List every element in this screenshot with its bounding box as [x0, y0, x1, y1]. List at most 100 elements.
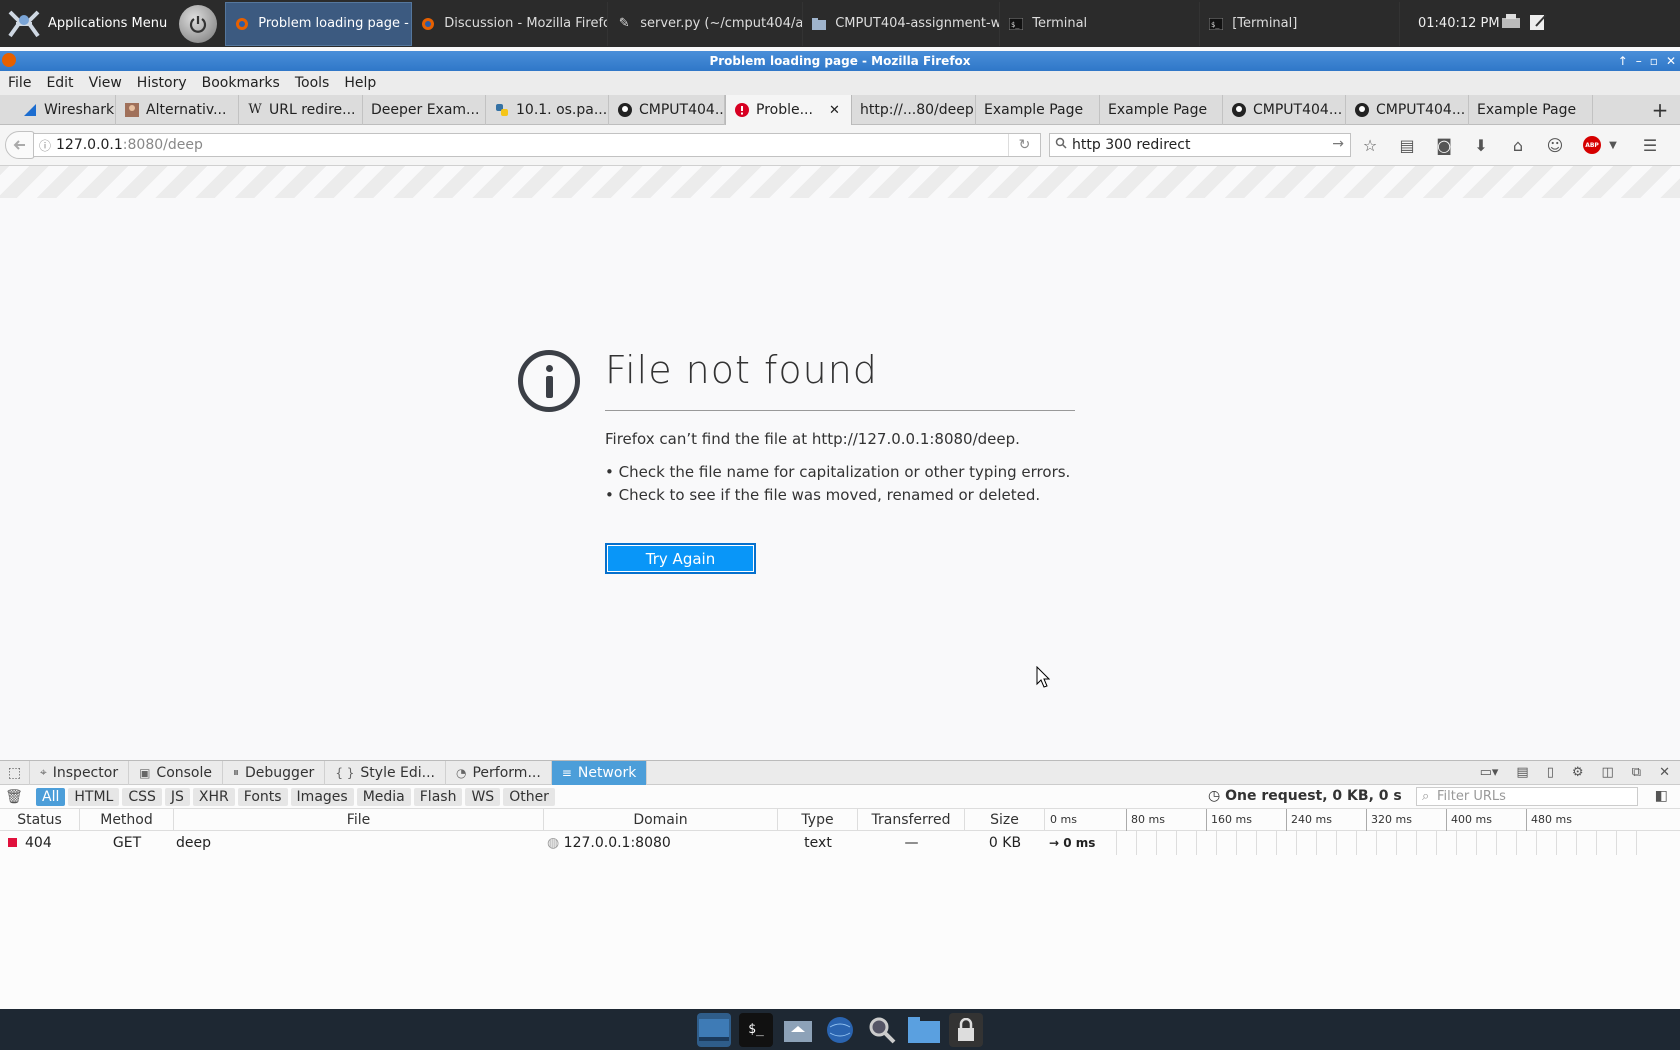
tab-network[interactable]: ≡ Network [551, 760, 648, 785]
filter-css[interactable]: CSS [122, 787, 162, 806]
clock[interactable]: 01:40:12 PM [1418, 0, 1500, 47]
taskbar-item-folder[interactable]: CMPUT404-assignment-w... [803, 1, 1001, 46]
tab-deeper-exam[interactable]: Deeper Exam... [363, 94, 486, 125]
window-maximize-icon[interactable]: ▫ [1650, 51, 1658, 71]
tab-alternativ[interactable]: Alternativ... [116, 94, 239, 125]
timeline-tick: 80 ms [1126, 809, 1206, 831]
network-icon[interactable] [1500, 12, 1522, 36]
menu-file[interactable]: File [8, 75, 31, 91]
filter-fonts[interactable]: Fonts [237, 787, 288, 806]
web-browser-icon[interactable] [823, 1013, 857, 1047]
window-close-icon[interactable]: ✕ [1666, 51, 1676, 71]
taskbar-item-terminal-2[interactable]: $_ [Terminal] [1200, 1, 1401, 46]
bookmarks-menu-icon[interactable]: ▤ [1398, 136, 1416, 155]
tab-deep-url[interactable]: http://...80/deep [852, 94, 976, 125]
chevron-down-icon[interactable]: ▼ [1604, 136, 1622, 154]
tab-style-editor[interactable]: { } Style Edi... [325, 760, 446, 785]
tab-performance[interactable]: ◔ Perform... [446, 760, 552, 785]
filter-html[interactable]: HTML [68, 787, 120, 806]
tab-github-2[interactable]: CMPUT404... [1223, 94, 1346, 125]
reload-icon[interactable]: ↻ [1008, 134, 1040, 156]
back-button[interactable] [5, 131, 35, 159]
tab-inspector[interactable]: ⌖ Inspector [30, 760, 130, 785]
tab-example-page-2[interactable]: Example Page [1100, 94, 1223, 125]
menu-help[interactable]: Help [344, 75, 376, 91]
terminal-icon[interactable]: $_ [739, 1012, 773, 1047]
col-status[interactable]: Status [0, 808, 80, 831]
tab-os-path[interactable]: 10.1. os.pa... [486, 94, 609, 125]
filter-flash[interactable]: Flash [413, 787, 463, 806]
tab-debugger[interactable]: ⏸ Debugger [223, 760, 326, 785]
filter-js[interactable]: JS [164, 787, 190, 806]
menu-edit[interactable]: Edit [46, 75, 73, 91]
responsive-icon[interactable]: ▯ [1547, 765, 1554, 780]
taskbar-item-editor[interactable]: ✎ server.py (~/cmput404/a... [608, 1, 804, 46]
dock-side-icon[interactable]: ◫ [1602, 765, 1614, 780]
hello-icon[interactable]: ☺ [1546, 136, 1564, 155]
undock-icon[interactable]: ⧉ [1632, 765, 1641, 780]
settings-gear-icon[interactable]: ⚙ [1572, 765, 1584, 780]
applications-menu[interactable]: Applications Menu [0, 0, 179, 47]
hamburger-menu-icon[interactable]: ☰ [1641, 136, 1659, 155]
site-info-icon[interactable]: ⓘ [34, 137, 56, 154]
taskbar-item-firefox-discussion[interactable]: Discussion - Mozilla Firefox [412, 1, 609, 46]
scratchpad-icon[interactable]: ▤ [1516, 765, 1528, 780]
tab-wireshark[interactable]: Wireshark ... [0, 94, 116, 125]
window-minimize-icon[interactable]: – [1636, 51, 1642, 71]
new-tab-button[interactable]: + [1640, 98, 1680, 122]
col-domain[interactable]: Domain [544, 808, 778, 831]
col-transferred[interactable]: Transferred [858, 808, 965, 831]
terminal-icon: $_ [1208, 16, 1224, 32]
url-bar[interactable]: ⓘ 127.0.0.1:8080/deep ↻ [33, 133, 1041, 157]
file-manager-icon[interactable] [907, 1013, 941, 1047]
filter-images[interactable]: Images [290, 787, 354, 806]
menu-bookmarks[interactable]: Bookmarks [202, 75, 280, 91]
tab-console[interactable]: ▣ Console [129, 760, 223, 785]
element-picker-icon[interactable]: ⬚ [0, 760, 30, 785]
search-input[interactable]: http 300 redirect → [1049, 133, 1351, 157]
window-titlebar[interactable]: Problem loading page - Mozilla Firefox ↑… [0, 51, 1680, 71]
search-app-icon[interactable] [865, 1013, 899, 1047]
power-icon[interactable] [179, 4, 218, 43]
close-tab-icon[interactable]: ✕ [829, 103, 840, 118]
menu-tools[interactable]: Tools [295, 75, 330, 91]
filter-urls-input[interactable]: ⌕ Filter URLs [1416, 787, 1638, 806]
tab-github-3[interactable]: CMPUT404... [1346, 94, 1469, 125]
tab-url-redirection[interactable]: W URL redire... [239, 94, 363, 125]
filter-all[interactable]: All [36, 787, 66, 806]
trash-icon[interactable]: 🗑 [0, 789, 28, 805]
layout-icon[interactable]: ▭▾ [1480, 765, 1499, 780]
col-type[interactable]: Type [778, 808, 858, 831]
pocket-icon[interactable]: ◙ [1435, 136, 1453, 155]
col-size[interactable]: Size [965, 808, 1045, 831]
menu-history[interactable]: History [137, 75, 187, 91]
notes-icon[interactable] [1528, 12, 1548, 36]
bookmark-star-icon[interactable]: ☆ [1361, 136, 1379, 155]
adblock-icon[interactable]: ABP [1583, 136, 1601, 154]
home-folder-icon[interactable] [781, 1013, 815, 1047]
try-again-button[interactable]: Try Again [605, 543, 756, 574]
lock-screen-icon[interactable] [949, 1012, 983, 1047]
sidebar-toggle-icon[interactable]: ◧ [1655, 788, 1668, 804]
col-file[interactable]: File [174, 808, 544, 831]
col-method[interactable]: Method [80, 808, 174, 831]
taskbar-item-terminal[interactable]: $_ Terminal [1000, 1, 1201, 46]
search-go-icon[interactable]: → [1332, 136, 1344, 152]
filter-ws[interactable]: WS [465, 787, 501, 806]
table-row[interactable]: 404 GET deep ◍ 127.0.0.1:8080 text — 0 K… [0, 831, 1680, 855]
filter-xhr[interactable]: XHR [192, 787, 235, 806]
tab-github-1[interactable]: CMPUT404... [609, 94, 725, 125]
tab-problem-loading[interactable]: Proble... ✕ [725, 94, 852, 126]
home-icon[interactable]: ⌂ [1509, 136, 1527, 155]
taskbar-item-firefox-problem[interactable]: Problem loading page - M... [225, 1, 413, 46]
filter-media[interactable]: Media [356, 787, 411, 806]
performance-icon: ◔ [456, 765, 467, 780]
show-desktop-icon[interactable] [697, 1012, 731, 1047]
window-shade-icon[interactable]: ↑ [1618, 51, 1628, 71]
tab-example-page-1[interactable]: Example Page [976, 94, 1100, 125]
close-icon[interactable]: ✕ [1659, 765, 1670, 780]
tab-example-page-3[interactable]: Example Page [1469, 94, 1593, 125]
menu-view[interactable]: View [89, 75, 122, 91]
filter-other[interactable]: Other [503, 787, 555, 806]
downloads-icon[interactable]: ⬇ [1472, 136, 1490, 155]
